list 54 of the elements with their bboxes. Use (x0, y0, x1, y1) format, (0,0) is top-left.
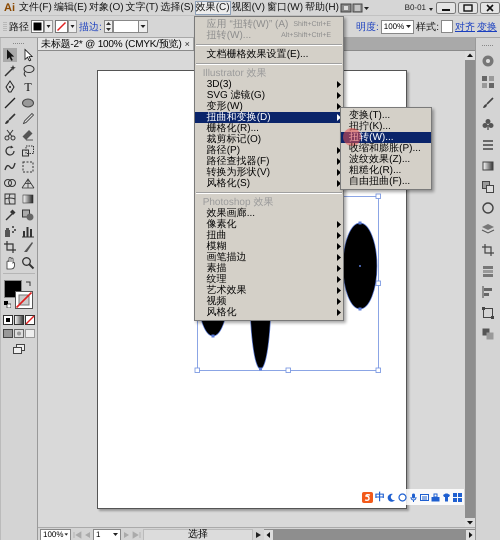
type-tool[interactable]: T (21, 80, 35, 94)
menu-item[interactable]: 文件(F) (18, 0, 53, 14)
menu-item[interactable]: 选择(S) (159, 0, 195, 14)
menu-item[interactable]: 裁剪标记(O) (194, 134, 344, 144)
document-tab[interactable]: 未标题-2* @ 100% (CMYK/预览) × (38, 38, 193, 50)
menu-item[interactable]: 艺术效果 (194, 284, 344, 296)
menu-item[interactable]: 扭转(W)... (341, 132, 431, 142)
menu-item[interactable]: 变形(W) (194, 100, 344, 112)
panel-link[interactable]: 变换 (477, 20, 497, 34)
menu-item[interactable]: 扭曲 (194, 230, 344, 240)
menu-item[interactable]: 风格化(S) (194, 178, 344, 188)
menu-item[interactable]: 纹理 (194, 274, 344, 284)
style-label: 样式: (416, 20, 439, 34)
zoom-field[interactable]: 100% (40, 528, 71, 540)
menu-item[interactable]: 编辑(E) (52, 0, 88, 14)
menu-item[interactable]: 3D(3) (194, 78, 344, 90)
panel-link[interactable]: 对齐 (455, 20, 475, 34)
menu-item[interactable]: 收缩和膨胀(P)... (341, 142, 431, 154)
close-button[interactable]: × (184, 39, 190, 49)
menu-item[interactable]: 粗糙化(R)... (341, 164, 431, 176)
menu-item[interactable]: 窗口(W) (266, 0, 304, 14)
menu-item[interactable]: 路径(P) (194, 144, 344, 156)
menu-item[interactable]: 变换(T)... (341, 110, 431, 120)
menu-item[interactable]: 文字(T) (124, 0, 160, 14)
menu-item[interactable]: 模糊 (194, 240, 344, 252)
stroke-label[interactable]: 描边: (79, 20, 102, 34)
menu-item[interactable]: 帮助(H) (304, 0, 340, 14)
menu-item[interactable]: 自由扭曲(F)... (341, 176, 431, 186)
menu-item[interactable]: SVG 滤镜(G) (194, 90, 344, 100)
menu-item[interactable]: 效果画廊... (194, 208, 344, 218)
menu-item[interactable]: 风格化 (194, 306, 344, 318)
menu-item[interactable]: 波纹效果(Z)... (341, 154, 431, 164)
menu-item[interactable]: 效果(C) (194, 0, 231, 14)
status-tool: 选择 (143, 528, 253, 540)
menu-item[interactable]: 栅格化(R)... (194, 122, 344, 134)
menu-item[interactable]: 路径查找器(F) (194, 156, 344, 166)
object-type-label: 路径 (9, 20, 29, 34)
menu-item[interactable]: 扭拧(K)... (341, 120, 431, 132)
menu-item[interactable]: 转换为形状(V) (194, 166, 344, 178)
opacity-field[interactable]: 100% (380, 20, 414, 34)
menu-section-header: Illustrator 效果 (202, 68, 268, 78)
menu-item[interactable]: 视图(V) (230, 0, 266, 14)
menu-item[interactable]: 像素化 (194, 218, 344, 230)
menu-item[interactable]: 文档栅格效果设置(E)... (194, 48, 344, 60)
workspace-name[interactable]: B0-01 (404, 3, 426, 12)
page-field[interactable]: 1 (93, 528, 121, 540)
menu-section-header: Photoshop 效果 (202, 196, 274, 208)
opacity-label[interactable]: 明度: (356, 20, 379, 34)
menu-item[interactable]: 画笔描边 (194, 252, 344, 262)
menu-item[interactable]: 视频 (194, 296, 344, 306)
menu-item[interactable]: 对象(O) (88, 0, 125, 14)
app-logo: Ai (3, 2, 16, 14)
menu-item[interactable]: 素描 (194, 262, 344, 274)
input-mode[interactable]: 中 (375, 490, 385, 504)
